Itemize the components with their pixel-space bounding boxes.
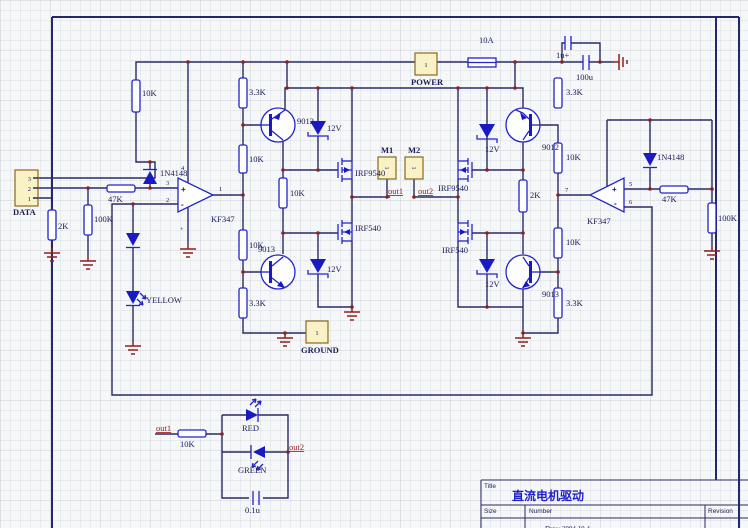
transistor-9012-left[interactable] [261, 108, 295, 142]
zener-label-12v-l1: 12V [327, 123, 343, 133]
data-pin-1: 1 [28, 196, 31, 203]
resistor-2k-left[interactable] [48, 210, 56, 240]
m2-pin-1: 1 [410, 166, 417, 169]
opamp-left-power-plus: + [180, 226, 184, 233]
titleblock-title-label: Title [484, 483, 496, 490]
resistor-label-10k-bottom: 10K [180, 439, 196, 449]
resistor-10k-r2[interactable] [554, 228, 562, 258]
net-label-out2-bottom: out2 [289, 442, 304, 452]
resistor-100k-left[interactable] [84, 205, 92, 235]
schematic-sheet[interactable]: + - + - 3 2 1 1 1 1 1 [0, 0, 748, 528]
resistor-label-10k-l3: 10K [290, 188, 306, 198]
cap-label-0u1: 0.1u [245, 505, 261, 515]
resistor-label-2k-right: 2K [530, 190, 541, 200]
mosfet-label-irf9540-right: IRF9540 [438, 183, 468, 193]
schematic-canvas[interactable]: + - + - 3 2 1 1 1 1 1 [0, 0, 748, 528]
led-label-green: GREEN [238, 465, 266, 475]
resistor-47k-right[interactable] [660, 186, 688, 193]
resistor-label-3k3-l1: 3.3K [249, 87, 267, 97]
resistor-100k-right[interactable] [708, 203, 716, 233]
mosfet-label-irf540-left: IRF540 [355, 223, 381, 233]
cap-label-100u: 100u [576, 72, 594, 82]
data-pin-2: 2 [28, 186, 31, 193]
resistor-label-10k-r1: 10K [566, 152, 582, 162]
resistor-label-100k-right: 100K [718, 213, 738, 223]
resistor-10k-l1[interactable] [132, 80, 140, 112]
transistor-label-9012-left: 9012 [297, 116, 314, 126]
titleblock-revision-label: Revision [708, 508, 733, 515]
resistor-label-100k-left: 100K [94, 214, 114, 224]
resistor-label-3k3-r2: 3.3K [566, 298, 584, 308]
opamp-right-plus-sign: + [612, 185, 617, 194]
opamp-left-minus-sign: - [181, 200, 184, 209]
resistor-10k-bottom[interactable] [178, 430, 206, 437]
data-connector-label: DATA [13, 207, 37, 217]
m2-connector-label: M2 [408, 145, 420, 155]
m1-connector-label: M1 [381, 145, 393, 155]
resistor-47k-left[interactable] [107, 185, 135, 192]
transistor-label-9012-right: 9012 [542, 142, 559, 152]
zener-label-12v-r1: 12V [485, 144, 501, 154]
data-connector[interactable]: 3 2 1 [15, 170, 38, 206]
fuse-label-10a: 10A [479, 35, 495, 45]
diode-label-1n4148-right: 1N4148 [657, 152, 684, 162]
cap-label-1u: 1u+ [556, 50, 570, 60]
resistor-3k3-r1[interactable] [554, 78, 562, 108]
transistor-9013-right[interactable] [506, 255, 540, 289]
resistor-label-3k3-r1: 3.3K [566, 87, 584, 97]
opamp-left-pin1: 1 [219, 186, 222, 193]
resistor-label-10k-l1: 10K [142, 88, 158, 98]
mosfet-label-irf540-right: IRF540 [442, 245, 468, 255]
resistor-label-10k-r2: 10K [566, 237, 582, 247]
ground-connector[interactable]: 1 [306, 321, 328, 343]
opamp-right-minus-sign: - [614, 199, 617, 208]
resistor-label-47k-right: 47K [662, 194, 678, 204]
transistor-9012-right[interactable] [506, 108, 540, 142]
data-pin-3: 3 [28, 176, 31, 183]
zener-label-12v-r2: 12V [485, 279, 501, 289]
mosfet-label-irf9540-left: IRF9540 [355, 168, 385, 178]
resistor-10k-l4[interactable] [239, 230, 247, 260]
opamp-left-pin2: 2 [166, 197, 169, 204]
zener-label-12v-l2: 12V [327, 264, 343, 274]
resistor-label-10k-l2: 10K [249, 154, 265, 164]
resistor-10k-l3[interactable] [279, 178, 287, 208]
opamp-left-pin3: 3 [166, 180, 169, 187]
net-label-out1-bottom: out1 [156, 423, 171, 433]
fuse-10a[interactable] [468, 58, 496, 67]
net-label-out1-mid: out1 [388, 186, 403, 196]
opamp-left-ref: KF347 [211, 214, 235, 224]
resistor-label-2k-left: 2K [58, 221, 69, 231]
m2-connector[interactable]: 1 [405, 157, 423, 179]
ground-connector-label: GROUND [301, 345, 339, 355]
resistor-label-47k-left: 47K [108, 194, 124, 204]
titleblock-size-label: Size [484, 508, 497, 515]
resistor-label-3k3-l2: 3.3K [249, 298, 267, 308]
transistor-label-9013-right: 9013 [542, 289, 559, 299]
resistor-3k3-l2[interactable] [239, 288, 247, 318]
opamp-left-plus-sign: + [181, 185, 186, 194]
titleblock-title: 直流电机驱动 [512, 488, 584, 503]
transistor-9013-left[interactable] [261, 255, 295, 289]
led-label-red: RED [242, 423, 259, 433]
resistor-2k-right[interactable] [519, 180, 527, 212]
opamp-right-pin5: 5 [629, 181, 632, 188]
ground-pin-1: 1 [315, 330, 318, 337]
power-connector[interactable]: 1 [415, 53, 437, 75]
net-label-out2-mid: out2 [418, 186, 433, 196]
opamp-right-ref: KF347 [587, 216, 611, 226]
titleblock-number-label: Number [529, 508, 553, 515]
resistor-10k-l2[interactable] [239, 145, 247, 173]
led-label-yellow: YELLOW [146, 295, 182, 305]
resistor-3k3-l1[interactable] [239, 78, 247, 108]
power-connector-label: POWER [411, 77, 444, 87]
transistor-label-9013-left: 9013 [258, 244, 275, 254]
power-pin-1: 1 [424, 62, 427, 69]
